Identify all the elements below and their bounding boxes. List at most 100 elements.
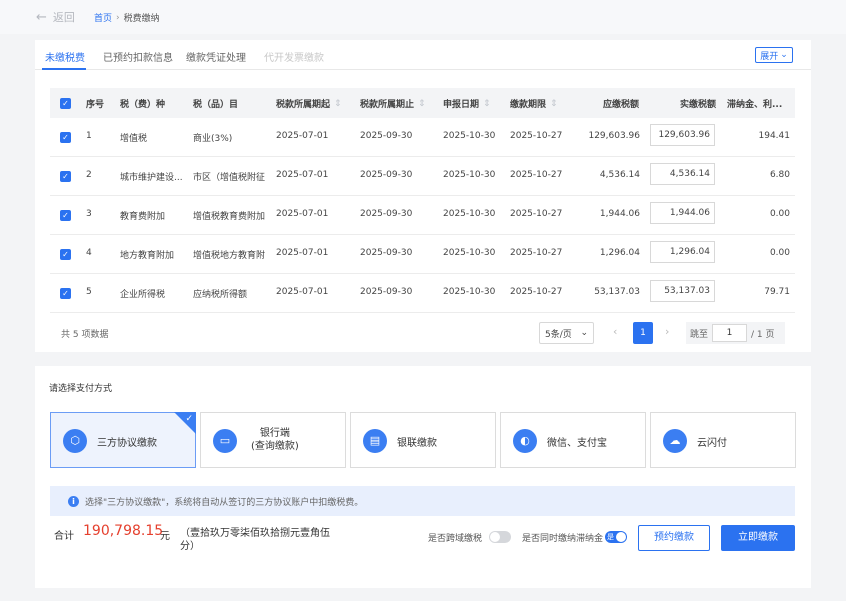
header-period-start[interactable]: 税款所属期起 ⇕ xyxy=(276,97,342,111)
cell-due: 2025-10-27 xyxy=(510,170,563,180)
cell-filed: 2025-10-30 xyxy=(443,131,496,141)
cross-region-toggle[interactable] xyxy=(489,531,511,543)
pay-method-label: 银联缴款 xyxy=(397,438,437,449)
wechat-alipay-icon: ◐ xyxy=(513,429,537,453)
cell-end: 2025-09-30 xyxy=(360,170,413,180)
tab-unpaid[interactable]: 未缴税费 xyxy=(45,49,85,64)
header-no: 序号 xyxy=(86,100,105,110)
cube-icon: ⬡ xyxy=(63,429,87,453)
page-jumper: 跳至 1 / 1 页 xyxy=(686,322,785,344)
cell-no: 1 xyxy=(86,131,92,141)
back-arrow-icon: ← xyxy=(36,9,47,25)
header-actual: 实缴税额 xyxy=(680,100,717,110)
tab-reserved[interactable]: 已预约扣款信息 xyxy=(103,49,173,64)
sort-icon: ⇕ xyxy=(550,98,558,109)
sort-icon: ⇕ xyxy=(483,98,491,109)
page-size-select[interactable]: 5条/页 ⌄ xyxy=(539,322,594,344)
cell-late-fee: 194.41 xyxy=(758,131,791,141)
reserve-payment-button[interactable]: 预约缴款 xyxy=(638,525,710,551)
unionpay-icon: ▤ xyxy=(363,429,387,453)
notice-text: 选择"三方协议缴款"，系统将自动从签订的三方协议账户中扣缴税费。 xyxy=(85,497,364,508)
breadcrumb-home[interactable]: 首页 xyxy=(94,11,112,24)
table-row: ✓ 1 增值税 商业(3%) 2025-07-01 2025-09-30 202… xyxy=(50,118,795,157)
cell-no: 2 xyxy=(86,170,92,180)
select-all-checkbox[interactable]: ✓ xyxy=(60,98,71,109)
row-checkbox[interactable]: ✓ xyxy=(60,171,71,182)
payment-title: 请选择支付方式 xyxy=(49,384,113,394)
payment-notice: i 选择"三方协议缴款"，系统将自动从签订的三方协议账户中扣缴税费。 xyxy=(50,486,795,516)
tab-voucher[interactable]: 缴款凭证处理 xyxy=(186,49,246,64)
cell-end: 2025-09-30 xyxy=(360,131,413,141)
sort-icon: ⇕ xyxy=(418,98,426,109)
page-button-current[interactable]: 1 xyxy=(633,322,653,344)
total-label: 合计 xyxy=(54,531,74,542)
pay-method-unionpay[interactable]: ▤ 银联缴款 xyxy=(350,412,496,468)
cell-start: 2025-07-01 xyxy=(276,131,329,141)
pay-method-wechat-alipay[interactable]: ◐ 微信、支付宝 xyxy=(500,412,646,468)
header-filed-date[interactable]: 申报日期 ⇕ xyxy=(443,97,491,111)
cell-payable: 1,296.04 xyxy=(599,248,640,258)
cell-tax: 地方教育附加 xyxy=(120,251,175,261)
row-checkbox[interactable]: ✓ xyxy=(60,249,71,260)
cell-item: 增值税地方教育附 xyxy=(193,251,266,261)
total-count: 共 5 项数据 xyxy=(61,330,109,340)
pay-method-bank[interactable]: ▭ 银行端 (查询缴款) xyxy=(200,412,346,468)
late-fee-label: 是否同时缴纳滞纳金 xyxy=(522,534,604,544)
cell-filed: 2025-10-30 xyxy=(443,248,496,258)
total-amount: 190,798.15 xyxy=(83,523,164,539)
cell-end: 2025-09-30 xyxy=(360,248,413,258)
cell-no: 4 xyxy=(86,248,92,258)
table-row: ✓ 3 教育费附加 增值税教育费附加 2025-07-01 2025-09-30… xyxy=(50,196,795,235)
cell-tax: 城市维护建设... xyxy=(120,173,183,183)
cell-start: 2025-07-01 xyxy=(276,287,329,297)
chevron-down-icon: ⌄ xyxy=(580,328,588,338)
expand-label: 展开 xyxy=(760,51,779,62)
header-due-date[interactable]: 缴款期限 ⇕ xyxy=(510,97,558,111)
expand-button[interactable]: 展开 ⌄ xyxy=(755,47,793,63)
actual-amount-input[interactable]: 1,944.06 xyxy=(650,202,715,224)
next-page-icon[interactable]: › xyxy=(665,325,669,338)
cell-tax: 增值税 xyxy=(120,134,148,144)
cell-payable: 53,137.03 xyxy=(594,287,640,297)
cell-end: 2025-09-30 xyxy=(360,287,413,297)
late-fee-toggle[interactable]: 是 xyxy=(605,531,627,543)
cell-tax: 教育费附加 xyxy=(120,212,166,222)
cell-payable: 4,536.14 xyxy=(599,170,640,180)
cell-late-fee: 0.00 xyxy=(769,209,790,219)
payment-card: 请选择支付方式 ⬡ 三方协议缴款 ✓ ▭ 银行端 (查询缴款) ▤ 银联缴款 ◐… xyxy=(35,366,811,588)
total-amount-words: （壹拾玖万零柒佰玖拾捌元壹角伍分） xyxy=(180,528,330,552)
tab-invoice-payment: 代开发票缴款 xyxy=(264,53,324,64)
back-button[interactable]: ← 返回 xyxy=(36,9,75,25)
table-row: ✓ 5 企业所得税 应纳税所得额 2025-07-01 2025-09-30 2… xyxy=(50,274,795,313)
pay-method-tripartite[interactable]: ⬡ 三方协议缴款 ✓ xyxy=(50,412,196,468)
header-item: 税（品）目 xyxy=(193,100,239,110)
cell-filed: 2025-10-30 xyxy=(443,170,496,180)
back-label: 返回 xyxy=(52,11,75,24)
actual-amount-input[interactable]: 129,603.96 xyxy=(650,124,715,146)
cloud-icon: ☁ xyxy=(663,429,687,453)
actual-amount-input[interactable]: 1,296.04 xyxy=(650,241,715,263)
total-unit: 元 xyxy=(160,531,170,542)
cell-no: 5 xyxy=(86,287,92,297)
pay-method-quickpass[interactable]: ☁ 云闪付 xyxy=(650,412,796,468)
jump-input[interactable]: 1 xyxy=(712,324,748,342)
header-late-fee: 滞纳金、利... xyxy=(727,100,783,110)
cell-due: 2025-10-27 xyxy=(510,209,563,219)
actual-amount-input[interactable]: 4,536.14 xyxy=(650,163,715,185)
prev-page-icon[interactable]: ‹ xyxy=(613,325,617,338)
pay-now-button[interactable]: 立即缴款 xyxy=(721,525,795,551)
info-icon: i xyxy=(68,495,79,507)
actual-amount-input[interactable]: 53,137.03 xyxy=(650,280,715,302)
total-pages: / 1 页 xyxy=(751,329,775,340)
cell-late-fee: 79.71 xyxy=(764,287,790,297)
sort-icon: ⇕ xyxy=(334,98,342,109)
cell-tax: 企业所得税 xyxy=(120,290,166,300)
cell-filed: 2025-10-30 xyxy=(443,287,496,297)
pay-method-label: 微信、支付宝 xyxy=(547,438,607,449)
page-size-value: 5条/页 xyxy=(545,329,572,340)
header-period-end[interactable]: 税款所属期止 ⇕ xyxy=(360,97,426,111)
pay-method-label: 云闪付 xyxy=(697,438,727,449)
row-checkbox[interactable]: ✓ xyxy=(60,288,71,299)
row-checkbox[interactable]: ✓ xyxy=(60,210,71,221)
row-checkbox[interactable]: ✓ xyxy=(60,132,71,143)
